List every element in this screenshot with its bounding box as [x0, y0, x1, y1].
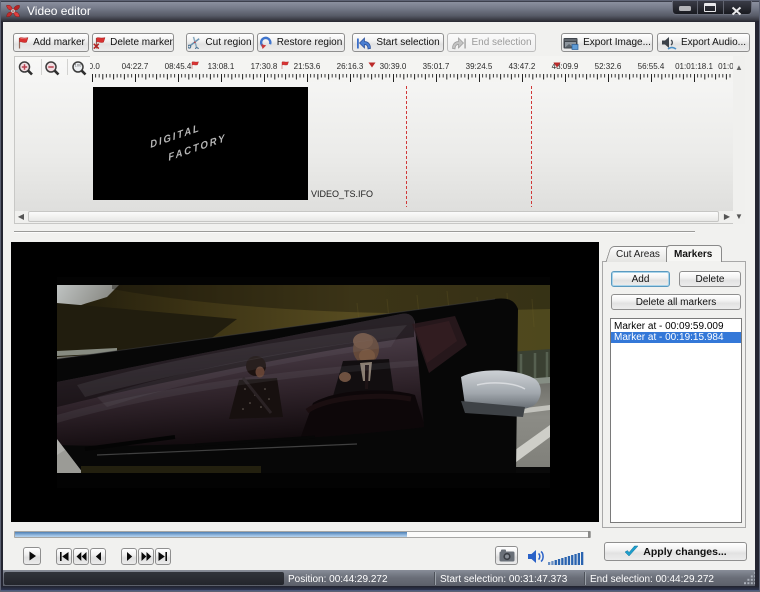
svg-text:100: 100	[75, 63, 82, 68]
